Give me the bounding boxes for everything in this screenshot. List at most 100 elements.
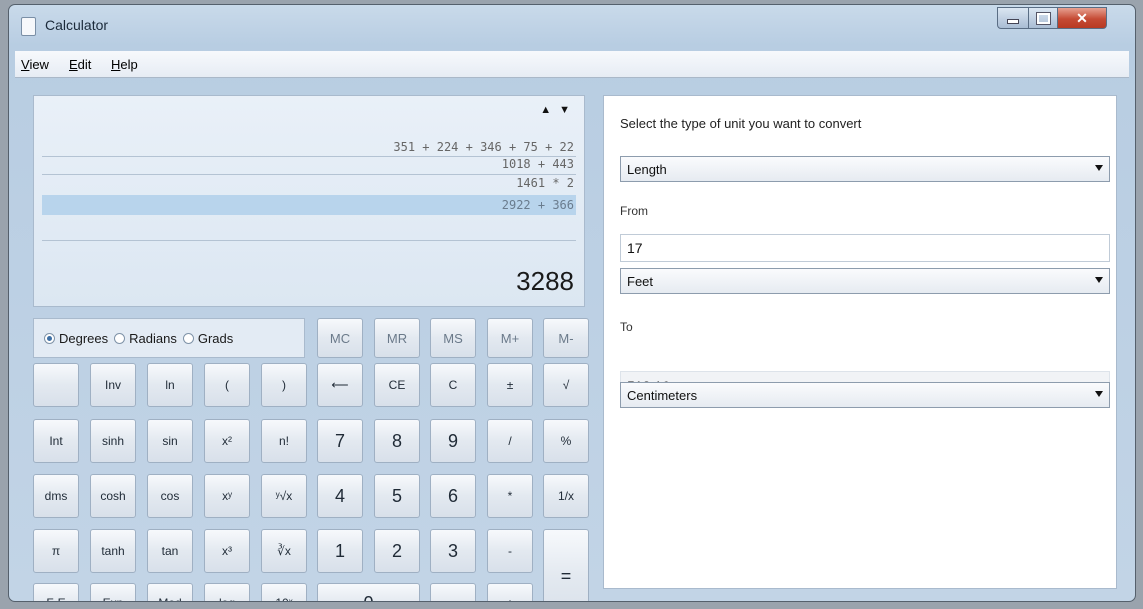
angle-unit-group: Degrees Radians Grads xyxy=(33,318,305,358)
close-icon: ✕ xyxy=(1076,9,1088,26)
sin-key[interactable]: sin xyxy=(147,419,193,463)
pi-key[interactable]: π xyxy=(33,529,79,573)
calculator-window: Calculator ✕ View Edit Help ▲ ▼ 351 + 22… xyxy=(8,4,1136,602)
history-divider xyxy=(42,240,576,241)
menu-edit[interactable]: Edit xyxy=(69,57,91,72)
calculator-display: ▲ ▼ 351 + 224 + 346 + 75 + 22 1018 + 443… xyxy=(33,95,585,307)
open-paren-key[interactable]: ( xyxy=(204,363,250,407)
history-line[interactable]: 1018 + 443 xyxy=(502,157,574,171)
ms-key[interactable]: MS xyxy=(430,318,476,358)
cuberoot-key[interactable]: ∛x xyxy=(261,529,307,573)
digit-7-key[interactable]: 7 xyxy=(317,419,363,463)
digit-1-key[interactable]: 1 xyxy=(317,529,363,573)
dropdown-arrow-icon xyxy=(1095,277,1103,283)
decimal-key[interactable]: . xyxy=(430,583,476,601)
history-scroll: ▲ ▼ xyxy=(540,104,570,116)
cosh-key[interactable]: cosh xyxy=(90,474,136,518)
cos-key[interactable]: cos xyxy=(147,474,193,518)
subtract-key[interactable]: - xyxy=(487,529,533,573)
history-up-arrow-icon[interactable]: ▲ xyxy=(540,104,551,116)
digit-9-key[interactable]: 9 xyxy=(430,419,476,463)
radio-unselected-icon xyxy=(114,332,126,344)
menu-view[interactable]: View xyxy=(21,57,49,72)
ten-power-key[interactable]: 10ˣ xyxy=(261,583,307,601)
m-minus-key[interactable]: M- xyxy=(543,318,589,358)
log-key[interactable]: log xyxy=(204,583,250,601)
history-line-selected[interactable]: 2922 + 366 xyxy=(42,195,576,215)
divide-key[interactable]: / xyxy=(487,419,533,463)
window-title: Calculator xyxy=(45,17,109,33)
window-controls: ✕ xyxy=(997,7,1127,29)
radio-degrees[interactable]: Degrees xyxy=(44,331,108,346)
inv-key[interactable]: Inv xyxy=(90,363,136,407)
ln-key[interactable]: ln xyxy=(147,363,193,407)
square-key[interactable]: x² xyxy=(204,419,250,463)
radio-unselected-icon xyxy=(182,332,194,344)
cube-key[interactable]: x³ xyxy=(204,529,250,573)
factorial-key[interactable]: n! xyxy=(261,419,307,463)
history-down-arrow-icon[interactable]: ▼ xyxy=(559,104,570,116)
maximize-icon xyxy=(1035,11,1051,25)
clear-key[interactable]: C xyxy=(430,363,476,407)
close-button[interactable]: ✕ xyxy=(1058,7,1107,29)
multiply-key[interactable]: * xyxy=(487,474,533,518)
equals-key[interactable]: = xyxy=(543,529,589,601)
from-label: From xyxy=(620,204,648,218)
blank-key[interactable] xyxy=(33,363,79,407)
digit-5-key[interactable]: 5 xyxy=(374,474,420,518)
digit-2-key[interactable]: 2 xyxy=(374,529,420,573)
minimize-button[interactable] xyxy=(997,7,1029,29)
tan-key[interactable]: tan xyxy=(147,529,193,573)
history-divider xyxy=(42,174,576,175)
negate-key[interactable]: ± xyxy=(487,363,533,407)
menu-help[interactable]: Help xyxy=(111,57,138,72)
dropdown-arrow-icon xyxy=(1095,165,1103,171)
radio-label: Radians xyxy=(129,330,177,346)
radio-selected-icon xyxy=(44,332,55,344)
history-line[interactable]: 1461 * 2 xyxy=(516,176,574,190)
converter-prompt: Select the type of unit you want to conv… xyxy=(620,116,862,131)
backspace-key[interactable]: ⟵ xyxy=(317,363,363,407)
dms-key[interactable]: dms xyxy=(33,474,79,518)
reciprocal-key[interactable]: 1/x xyxy=(543,474,589,518)
from-unit-value: Feet xyxy=(627,274,654,289)
digit-0-key[interactable]: 0 xyxy=(317,583,420,601)
maximize-button[interactable] xyxy=(1029,7,1058,29)
digit-4-key[interactable]: 4 xyxy=(317,474,363,518)
yroot-key[interactable]: ʸ√x xyxy=(261,474,307,518)
exp-key[interactable]: Exp xyxy=(90,583,136,601)
sqrt-key[interactable]: √ xyxy=(543,363,589,407)
history-divider xyxy=(42,156,576,157)
add-key[interactable]: + xyxy=(487,583,533,601)
mc-key[interactable]: MC xyxy=(317,318,363,358)
digit-8-key[interactable]: 8 xyxy=(374,419,420,463)
radio-grads[interactable]: Grads xyxy=(182,330,234,346)
close-paren-key[interactable]: ) xyxy=(261,363,307,407)
to-unit-value: Centimeters xyxy=(627,388,698,403)
clear-entry-key[interactable]: CE xyxy=(374,363,420,407)
mod-key[interactable]: Mod xyxy=(147,583,193,601)
mr-key[interactable]: MR xyxy=(374,318,420,358)
unit-type-dropdown[interactable]: Length xyxy=(620,156,1110,182)
to-label: To xyxy=(620,320,633,334)
from-unit-dropdown[interactable]: Feet xyxy=(620,268,1110,294)
fe-key[interactable]: F-E xyxy=(33,583,79,601)
unit-type-value: Length xyxy=(627,162,667,177)
result-display: 3288 xyxy=(516,266,574,296)
sinh-key[interactable]: sinh xyxy=(90,419,136,463)
history-line[interactable]: 351 + 224 + 346 + 75 + 22 xyxy=(393,140,574,154)
digit-3-key[interactable]: 3 xyxy=(430,529,476,573)
tanh-key[interactable]: tanh xyxy=(90,529,136,573)
menu-bar: View Edit Help xyxy=(15,51,1129,78)
radio-label: Grads xyxy=(197,330,234,346)
calculator-app-icon xyxy=(21,17,36,36)
from-value-input[interactable] xyxy=(620,234,1110,262)
title-bar[interactable]: Calculator ✕ xyxy=(9,5,1135,45)
to-unit-dropdown[interactable]: Centimeters xyxy=(620,382,1110,408)
int-key[interactable]: Int xyxy=(33,419,79,463)
m-plus-key[interactable]: M+ xyxy=(487,318,533,358)
power-key[interactable]: xʸ xyxy=(204,474,250,518)
radio-radians[interactable]: Radians xyxy=(114,331,177,346)
percent-key[interactable]: % xyxy=(543,419,589,463)
digit-6-key[interactable]: 6 xyxy=(430,474,476,518)
